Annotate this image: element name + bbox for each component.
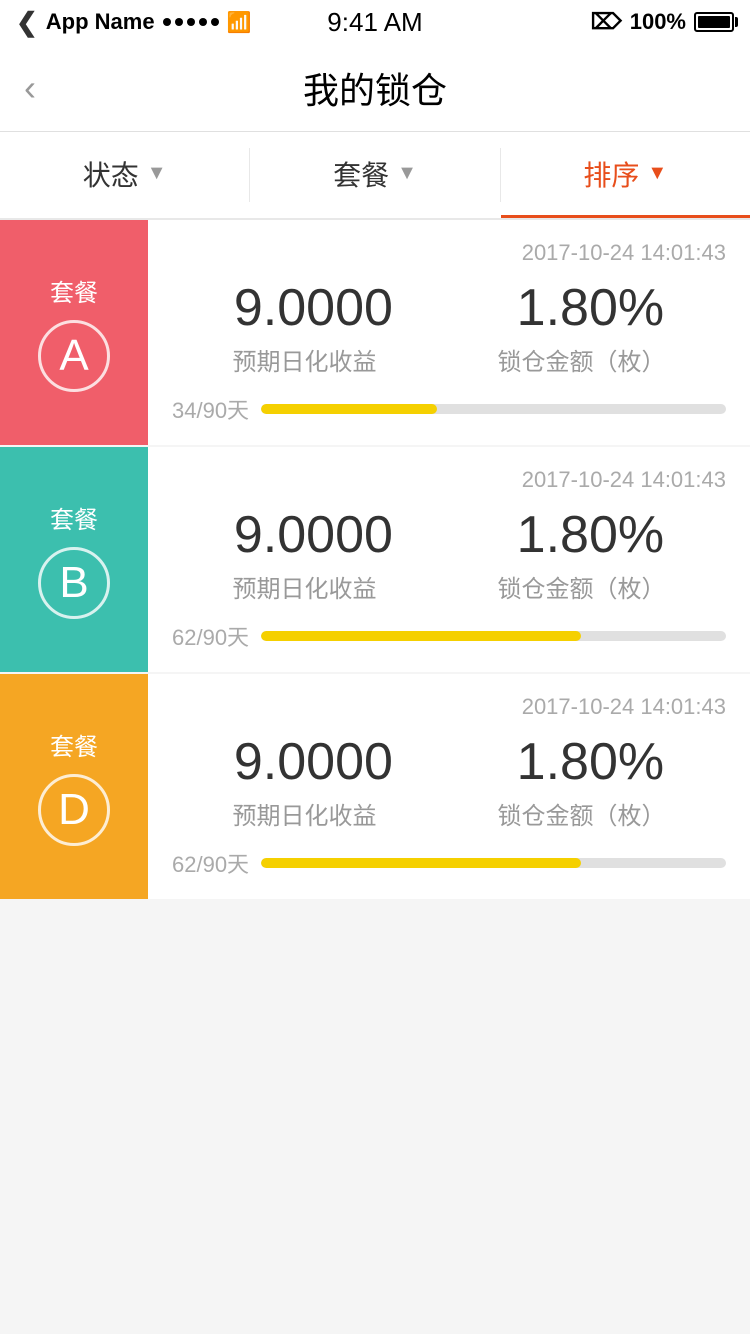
card-label1-d: 预期日化收益	[233, 796, 377, 831]
status-left: ❮ App Name 📶	[16, 7, 252, 38]
card-value-labels-b: 预期日化收益 锁仓金额（枚）	[172, 569, 726, 604]
progress-bar-bg-b	[261, 631, 726, 641]
bottom-area	[0, 901, 750, 1201]
card-left-a: 套餐 A	[0, 220, 148, 445]
filter-sort-arrow-icon: ▼	[647, 162, 667, 185]
filter-package[interactable]: 套餐 ▼	[250, 132, 499, 218]
cards-container: 套餐 A 2017-10-24 14:01:43 9.0000 1.80% 预期…	[0, 220, 750, 899]
card-right-b: 2017-10-24 14:01:43 9.0000 1.80% 预期日化收益 …	[148, 447, 750, 672]
filter-bar: 状态 ▼ 套餐 ▼ 排序 ▼	[0, 132, 750, 220]
card-right-d: 2017-10-24 14:01:43 9.0000 1.80% 预期日化收益 …	[148, 674, 750, 899]
card-label2-b: 锁仓金额（枚）	[498, 569, 666, 604]
progress-bar-bg-a	[261, 404, 726, 414]
card-progress-a: 34/90天	[172, 393, 726, 425]
card-value1-a: 9.0000	[234, 278, 393, 338]
card-circle-d: D	[38, 774, 110, 846]
card-values-b: 9.0000 1.80%	[172, 505, 726, 565]
card-right-a: 2017-10-24 14:01:43 9.0000 1.80% 预期日化收益 …	[148, 220, 750, 445]
card-label2-a: 锁仓金额（枚）	[498, 342, 666, 377]
filter-sort[interactable]: 排序 ▼	[501, 132, 750, 218]
card-value2-d: 1.80%	[517, 732, 664, 792]
app-name-label: App Name	[46, 9, 155, 35]
card-value2-a: 1.80%	[517, 278, 664, 338]
battery-bar	[694, 12, 734, 32]
card-package-label-a: 套餐	[50, 273, 98, 308]
card-value1-d: 9.0000	[234, 732, 393, 792]
card-value2-b: 1.80%	[517, 505, 664, 565]
card-values-a: 9.0000 1.80%	[172, 278, 726, 338]
progress-bar-fill-b	[261, 631, 581, 641]
progress-bar-fill-a	[261, 404, 437, 414]
battery-percent: 100%	[630, 9, 686, 35]
card-progress-b: 62/90天	[172, 620, 726, 652]
card-letter-a: A	[59, 334, 88, 378]
card-package-label-b: 套餐	[50, 500, 98, 535]
card-a[interactable]: 套餐 A 2017-10-24 14:01:43 9.0000 1.80% 预期…	[0, 220, 750, 445]
status-right: ⌦ 100%	[591, 9, 734, 35]
signal-dots	[163, 18, 219, 26]
battery-fill	[698, 16, 730, 28]
nav-bar: ‹ 我的锁仓	[0, 44, 750, 132]
card-circle-b: B	[38, 547, 110, 619]
card-value-labels-d: 预期日化收益 锁仓金额（枚）	[172, 796, 726, 831]
progress-bar-fill-d	[261, 858, 581, 868]
card-timestamp-b: 2017-10-24 14:01:43	[172, 467, 726, 493]
card-left-d: 套餐 D	[0, 674, 148, 899]
card-label1-b: 预期日化收益	[233, 569, 377, 604]
card-package-label-d: 套餐	[50, 727, 98, 762]
filter-package-arrow-icon: ▼	[397, 162, 417, 185]
card-left-b: 套餐 B	[0, 447, 148, 672]
status-bar: ❮ App Name 📶 9:41 AM ⌦ 100%	[0, 0, 750, 44]
progress-text-d: 62/90天	[172, 847, 249, 879]
filter-package-label: 套餐	[333, 154, 389, 194]
progress-bar-bg-d	[261, 858, 726, 868]
bluetooth-icon: ⌦	[591, 9, 622, 35]
card-circle-a: A	[38, 320, 110, 392]
filter-status-label: 状态	[83, 154, 139, 194]
card-timestamp-d: 2017-10-24 14:01:43	[172, 694, 726, 720]
card-label2-d: 锁仓金额（枚）	[498, 796, 666, 831]
card-d[interactable]: 套餐 D 2017-10-24 14:01:43 9.0000 1.80% 预期…	[0, 674, 750, 899]
card-letter-d: D	[58, 788, 90, 832]
card-timestamp-a: 2017-10-24 14:01:43	[172, 240, 726, 266]
filter-status[interactable]: 状态 ▼	[0, 132, 249, 218]
card-value-labels-a: 预期日化收益 锁仓金额（枚）	[172, 342, 726, 377]
card-values-d: 9.0000 1.80%	[172, 732, 726, 792]
status-time: 9:41 AM	[327, 7, 422, 38]
card-label1-a: 预期日化收益	[233, 342, 377, 377]
card-letter-b: B	[59, 561, 88, 605]
card-value1-b: 9.0000	[234, 505, 393, 565]
back-chevron-icon: ❮	[16, 7, 38, 38]
card-b[interactable]: 套餐 B 2017-10-24 14:01:43 9.0000 1.80% 预期…	[0, 447, 750, 672]
card-progress-d: 62/90天	[172, 847, 726, 879]
progress-text-a: 34/90天	[172, 393, 249, 425]
page-title: 我的锁仓	[303, 62, 447, 114]
back-button[interactable]: ‹	[24, 67, 36, 109]
wifi-icon: 📶	[227, 10, 252, 35]
filter-sort-label: 排序	[583, 154, 639, 194]
filter-status-arrow-icon: ▼	[147, 162, 167, 185]
progress-text-b: 62/90天	[172, 620, 249, 652]
